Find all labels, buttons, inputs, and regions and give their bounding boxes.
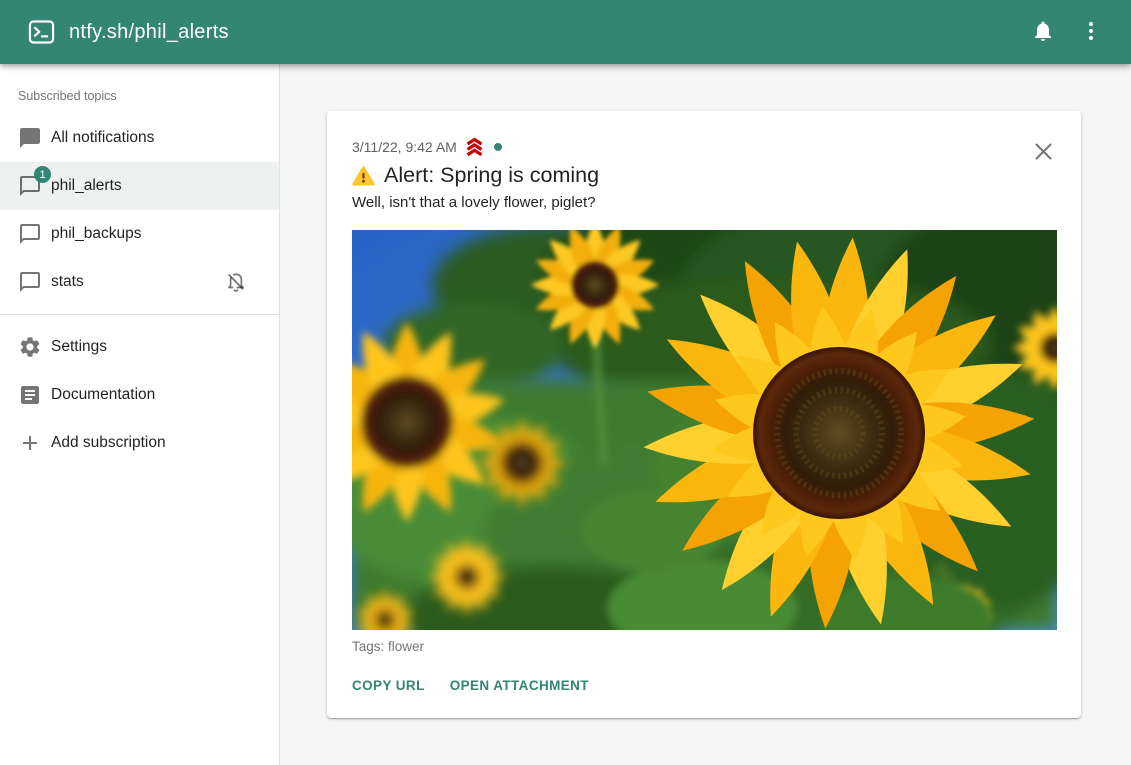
sidebar-item-all-notifications[interactable]: All notifications: [0, 114, 279, 162]
app-title: ntfy.sh/phil_alerts: [69, 21, 229, 44]
sidebar-item-label: phil_alerts: [51, 177, 122, 195]
unread-dot: [494, 143, 502, 151]
open-attachment-button[interactable]: OPEN ATTACHMENT: [442, 669, 597, 702]
sidebar-divider: [0, 314, 279, 315]
sidebar-item-label: Add subscription: [51, 434, 166, 452]
sidebar: Subscribed topics All notifications 1 ph…: [0, 64, 280, 765]
overflow-menu-button[interactable]: [1067, 8, 1115, 56]
sidebar-item-label: phil_backups: [51, 225, 141, 243]
unread-count-badge: 1: [34, 166, 51, 183]
bell-off-icon: [224, 270, 248, 294]
sidebar-item-phil-backups[interactable]: phil_backups: [0, 210, 279, 258]
sidebar-item-label: Documentation: [51, 386, 155, 404]
sidebar-item-label: Settings: [51, 338, 107, 356]
sidebar-item-stats[interactable]: stats: [0, 258, 279, 306]
sidebar-item-label: stats: [51, 273, 84, 291]
sidebar-item-documentation[interactable]: Documentation: [0, 371, 279, 419]
notification-meta: 3/11/22, 9:42 AM: [352, 137, 1057, 157]
warning-icon: [352, 165, 375, 187]
priority-high-icon: [463, 137, 486, 157]
sidebar-item-settings[interactable]: Settings: [0, 323, 279, 371]
notification-title-row: Alert: Spring is coming: [352, 163, 1057, 188]
more-vert-icon: [1079, 19, 1103, 46]
sidebar-item-label: All notifications: [51, 129, 154, 147]
sidebar-item-phil-alerts[interactable]: 1 phil_alerts: [0, 162, 279, 210]
chat-bubble-outline-icon: 1: [18, 174, 42, 198]
chat-bubble-filled-icon: [18, 126, 42, 150]
gear-icon: [18, 335, 42, 359]
article-icon: [18, 383, 42, 407]
app-bar: ntfy.sh/phil_alerts: [0, 0, 1131, 64]
notification-body: Well, isn't that a lovely flower, piglet…: [352, 194, 1057, 211]
sidebar-item-add-subscription[interactable]: Add subscription: [0, 419, 279, 467]
card-actions: COPY URL OPEN ATTACHMENT: [344, 669, 1057, 710]
plus-icon: [18, 431, 42, 455]
copy-url-button[interactable]: COPY URL: [344, 669, 433, 702]
chat-bubble-outline-icon: [18, 222, 42, 246]
chat-bubble-outline-icon: [18, 270, 42, 294]
subscribed-topics-label: Subscribed topics: [0, 64, 279, 114]
notification-card: 3/11/22, 9:42 AM: [327, 111, 1081, 718]
tags-line: Tags: flower: [352, 639, 1057, 654]
timestamp: 3/11/22, 9:42 AM: [352, 139, 457, 155]
terminal-logo-icon: [28, 20, 69, 44]
main-content: 3/11/22, 9:42 AM: [280, 64, 1131, 765]
bell-icon: [1031, 19, 1055, 46]
close-notification-button[interactable]: [1026, 136, 1060, 170]
notifications-bell-button[interactable]: [1019, 8, 1067, 56]
attachment-image[interactable]: [352, 230, 1057, 630]
close-icon: [1034, 142, 1053, 164]
notification-title: Alert: Spring is coming: [384, 163, 599, 188]
